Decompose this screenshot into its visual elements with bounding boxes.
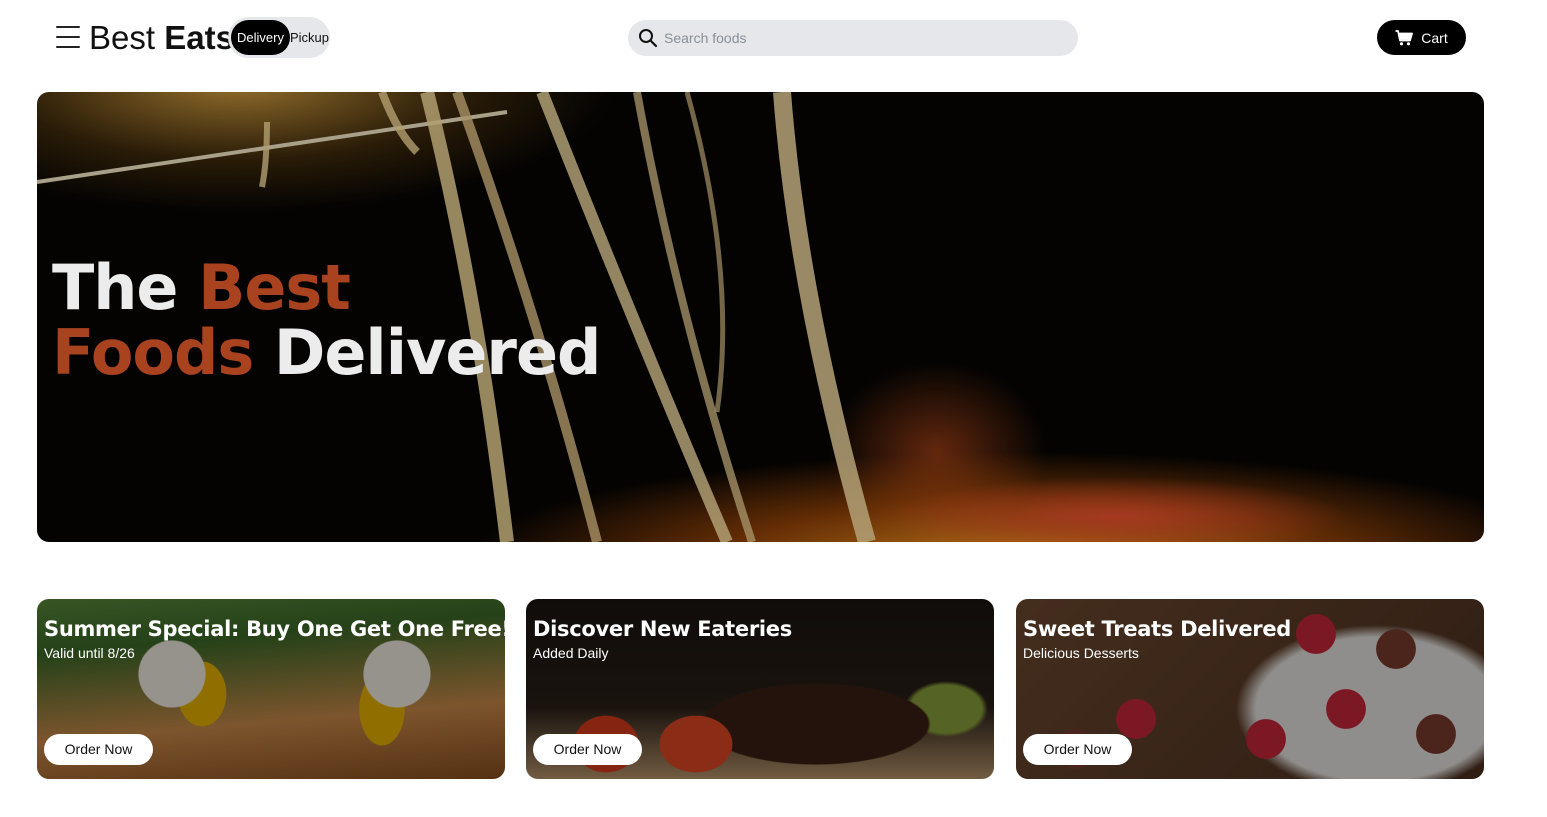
brand-name-light: Best: [89, 19, 156, 56]
cart-label: Cart: [1421, 29, 1448, 46]
search-input[interactable]: [664, 20, 1064, 56]
brand-name-bold: Eats: [164, 19, 234, 56]
cart-button[interactable]: Cart: [1377, 20, 1466, 55]
hero-banner: The Best Foods Delivered: [37, 92, 1484, 542]
brand-logo[interactable]: Best Eats: [89, 18, 234, 58]
card-title: Discover New Eateries: [533, 617, 792, 641]
delivery-pickup-toggle[interactable]: Delivery Pickup: [228, 17, 330, 58]
cart-icon: [1395, 29, 1414, 45]
hero-headline-line2: Foods Delivered: [52, 320, 601, 385]
hero-headline-line1: The Best: [52, 255, 600, 320]
top-navigation: Best Eats Delivery Pickup Cart: [0, 0, 1547, 76]
card-subtitle: Valid until 8/26: [44, 645, 135, 661]
order-now-button[interactable]: Order Now: [1023, 734, 1132, 765]
card-subtitle: Delicious Desserts: [1023, 645, 1139, 661]
hero-word-best: Best: [198, 251, 351, 324]
card-title: Sweet Treats Delivered: [1023, 617, 1292, 641]
promo-card-sweet-treats: Sweet Treats Delivered Delicious Dessert…: [1016, 599, 1484, 779]
hero-word-foods: Foods: [52, 316, 254, 389]
order-now-button[interactable]: Order Now: [44, 734, 153, 765]
hero-headline: The Best Foods Delivered: [52, 255, 601, 385]
hero-word-the: The: [52, 251, 178, 324]
promo-card-new-eateries: Discover New Eateries Added Daily Order …: [526, 599, 994, 779]
pickup-option[interactable]: Pickup: [290, 20, 329, 55]
menu-icon[interactable]: [56, 26, 80, 48]
delivery-option[interactable]: Delivery: [231, 20, 290, 55]
card-subtitle: Added Daily: [533, 645, 609, 661]
search-icon: [639, 29, 658, 48]
order-now-button[interactable]: Order Now: [533, 734, 642, 765]
search-bar[interactable]: [628, 20, 1078, 56]
card-title: Summer Special: Buy One Get One Free!: [44, 617, 505, 641]
promo-card-summer-special: Summer Special: Buy One Get One Free! Va…: [37, 599, 505, 779]
hero-word-delivered: Delivered: [273, 316, 601, 389]
